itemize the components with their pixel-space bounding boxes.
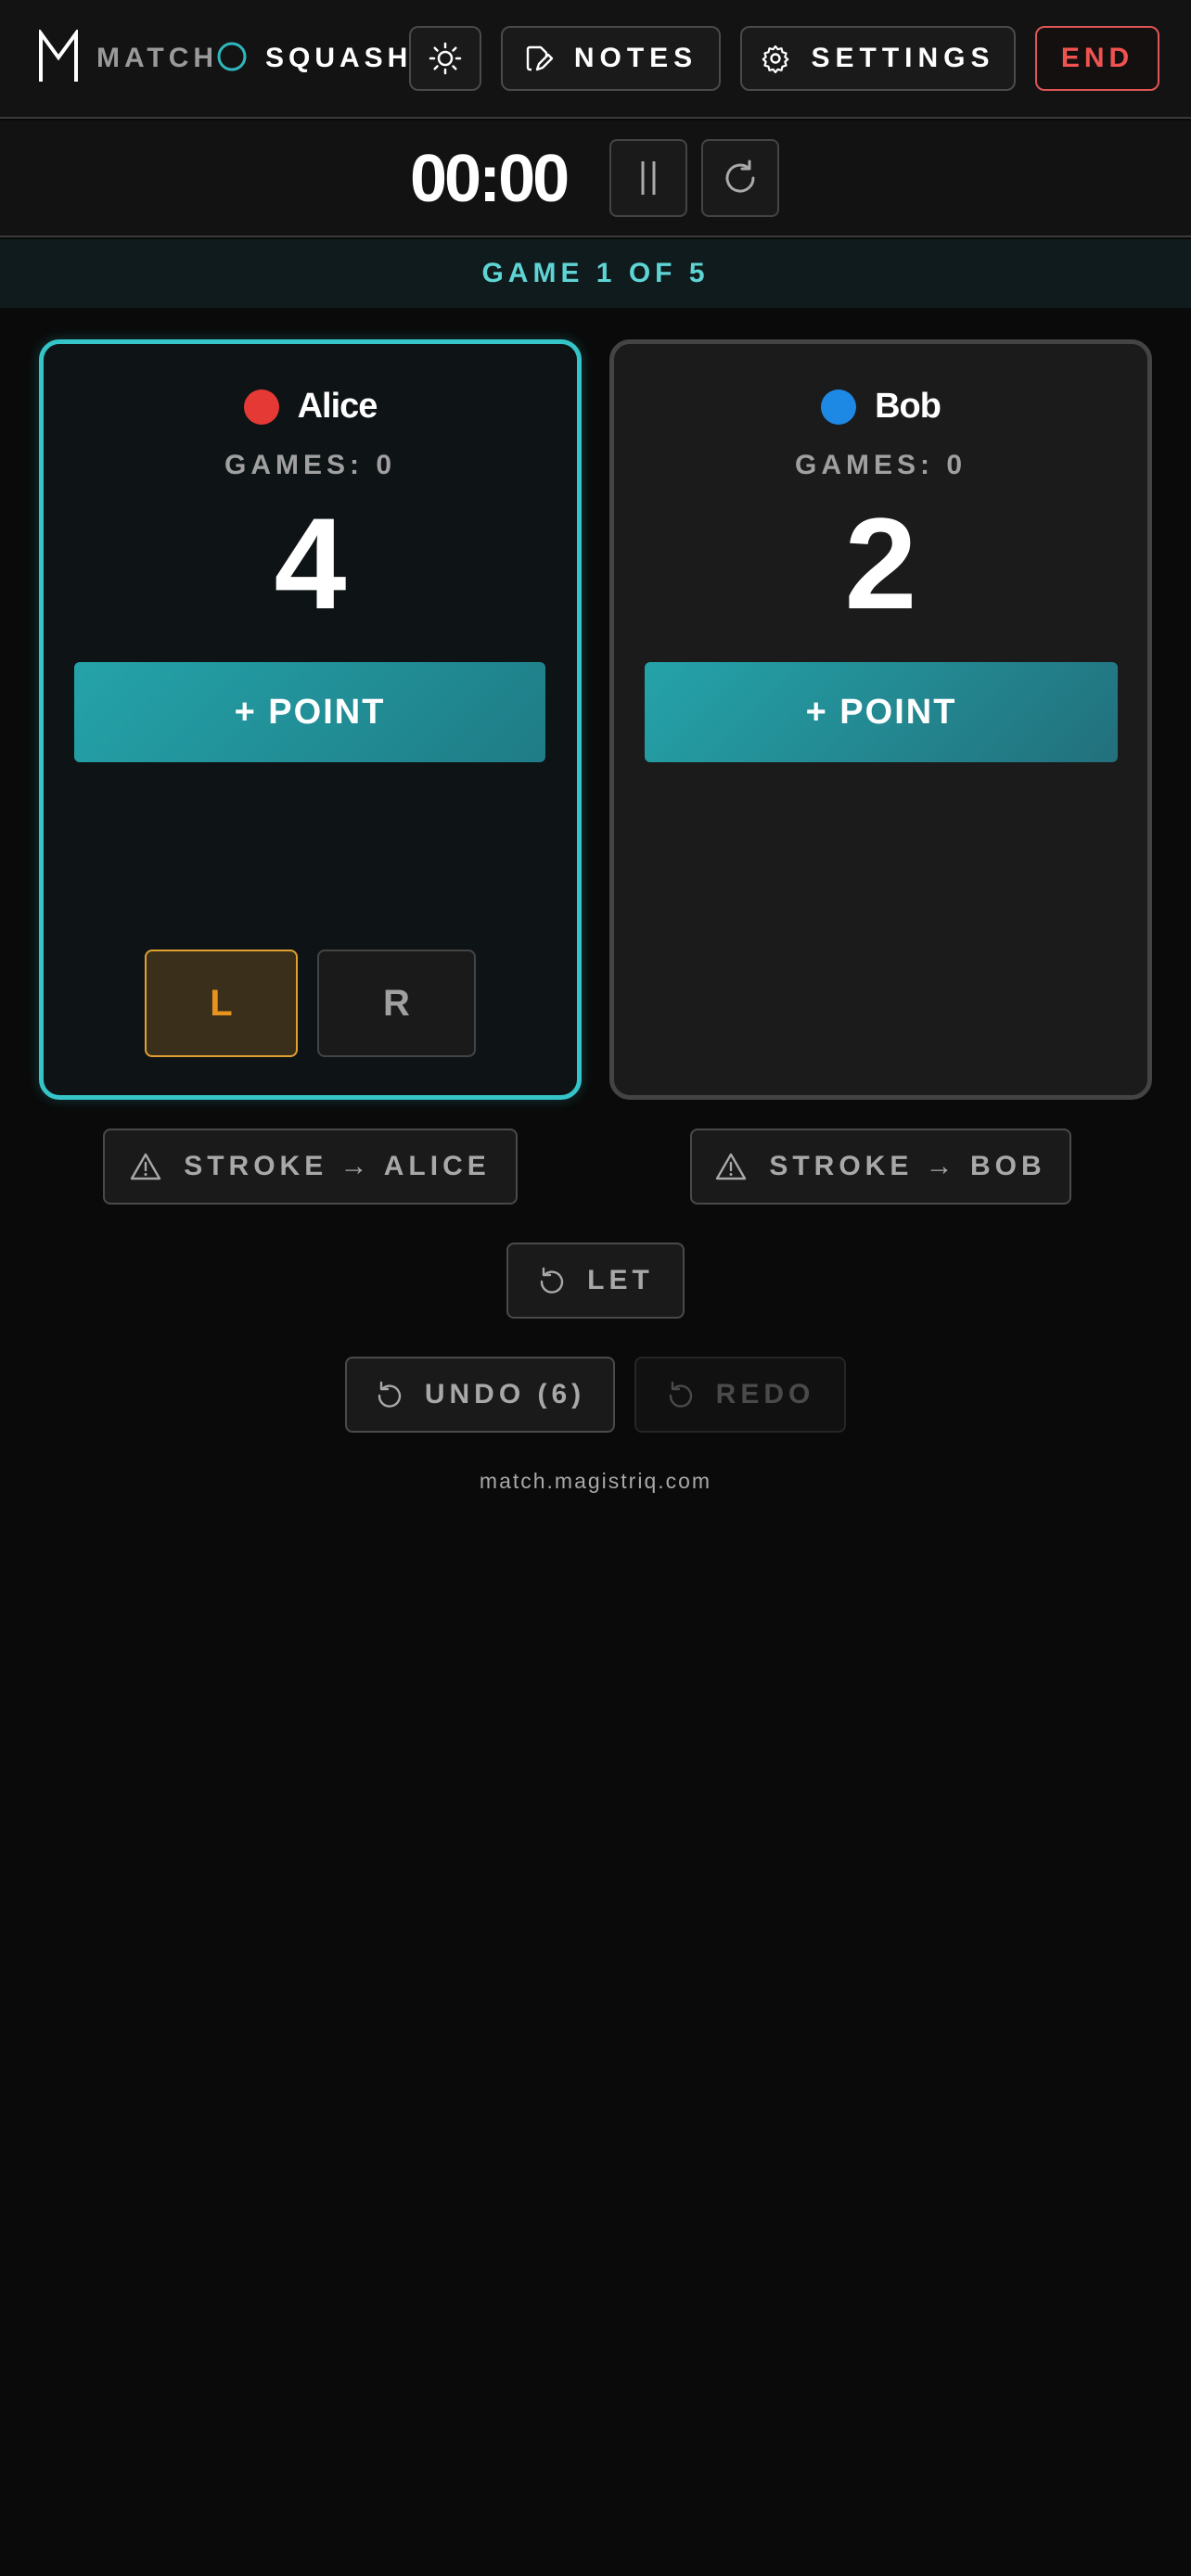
player-name-row: Alice bbox=[44, 387, 577, 427]
player-card-alice: Alice GAMES: 0 4 + POINT L R bbox=[39, 339, 582, 1100]
warning-icon bbox=[716, 1153, 747, 1180]
brand-match-text: MATCH bbox=[96, 43, 219, 73]
add-point-button-bob[interactable]: + POINT bbox=[645, 662, 1118, 762]
warning-icon bbox=[131, 1153, 161, 1180]
redo-icon bbox=[669, 1381, 692, 1408]
settings-button[interactable]: SETTINGS bbox=[740, 26, 1016, 91]
stroke-alice-button[interactable]: STROKE → ALICE bbox=[103, 1129, 518, 1205]
serve-side-left-button[interactable]: L bbox=[145, 950, 298, 1057]
undo-button[interactable]: UNDO (6) bbox=[345, 1357, 615, 1433]
player-name: Alice bbox=[297, 387, 378, 426]
games-won-label: GAMES: 0 bbox=[794, 450, 967, 480]
player-name: Bob bbox=[875, 387, 941, 426]
notes-button[interactable]: NOTES bbox=[501, 26, 721, 91]
let-button[interactable]: LET bbox=[506, 1243, 685, 1319]
sun-icon bbox=[429, 42, 462, 75]
gear-icon bbox=[762, 45, 789, 73]
brand-ring-icon bbox=[217, 42, 247, 71]
let-label: LET bbox=[587, 1265, 654, 1295]
pause-icon bbox=[641, 161, 656, 195]
stroke-bob-button[interactable]: STROKE → BOB bbox=[690, 1129, 1071, 1205]
match-timer: 00:00 bbox=[410, 142, 570, 216]
squash-scoreboard: MATCH SQUASH NOTES SETTINGS END 00:00 GA… bbox=[0, 0, 1191, 2576]
app-header: MATCH SQUASH NOTES SETTINGS END bbox=[0, 0, 1191, 119]
pencil-note-icon bbox=[526, 45, 554, 71]
player-color-dot bbox=[821, 389, 857, 425]
reset-timer-button[interactable] bbox=[701, 139, 779, 217]
stroke-bob-label: STROKE → BOB bbox=[769, 1151, 1046, 1181]
refresh-icon bbox=[725, 159, 755, 193]
redo-button[interactable]: REDO bbox=[634, 1357, 846, 1433]
player-score: 4 bbox=[274, 491, 347, 636]
end-match-button[interactable]: END bbox=[1035, 26, 1159, 91]
footer-url: match.magistriq.com bbox=[479, 1469, 712, 1493]
undo-label: UNDO (6) bbox=[424, 1379, 586, 1409]
games-won-label: GAMES: 0 bbox=[224, 450, 397, 480]
redo-label: REDO bbox=[715, 1379, 815, 1409]
player-score: 2 bbox=[844, 491, 917, 636]
notes-label: NOTES bbox=[573, 43, 698, 73]
timer-bar: 00:00 bbox=[0, 121, 1191, 237]
brand-squash-text: SQUASH bbox=[265, 43, 413, 73]
undo-icon bbox=[378, 1381, 402, 1408]
settings-label: SETTINGS bbox=[811, 43, 995, 73]
magistriq-logo-icon bbox=[39, 30, 78, 82]
player-color-dot bbox=[243, 389, 279, 425]
serve-side-right-button[interactable]: R bbox=[317, 950, 476, 1057]
game-indicator-banner: GAME 1 OF 5 bbox=[0, 239, 1191, 308]
stroke-alice-label: STROKE → ALICE bbox=[184, 1151, 491, 1181]
player-card-bob: Bob GAMES: 0 2 + POINT bbox=[609, 339, 1152, 1100]
add-point-button-alice[interactable]: + POINT bbox=[74, 662, 545, 762]
theme-toggle-button[interactable] bbox=[409, 26, 481, 91]
rotate-ccw-icon bbox=[540, 1267, 564, 1294]
pause-timer-button[interactable] bbox=[609, 139, 687, 217]
player-name-row: Bob bbox=[614, 387, 1147, 427]
